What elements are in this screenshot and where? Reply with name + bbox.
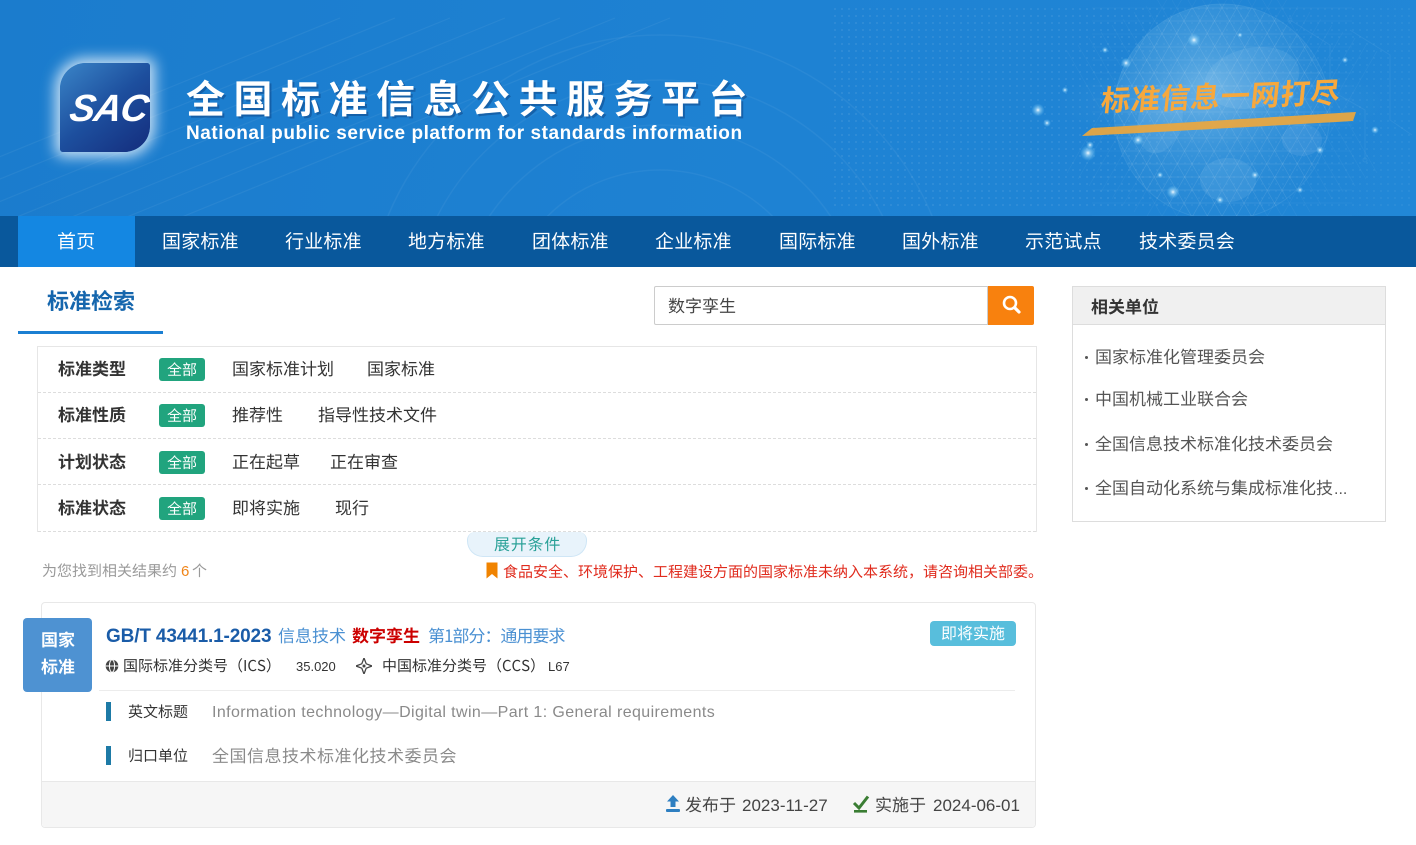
- svg-text:L67: L67: [548, 659, 570, 674]
- svg-text:SAC: SAC: [67, 87, 154, 130]
- svg-text:6: 6: [181, 563, 189, 580]
- svg-text:2023-11-27: 2023-11-27: [742, 796, 828, 815]
- svg-text:National public service platfo: National public service platform for sta…: [186, 123, 743, 144]
- svg-text:...: ...: [1334, 481, 1347, 498]
- svg-text:35.020: 35.020: [296, 659, 336, 674]
- svg-text:GB/T 43441.1-2023: GB/T 43441.1-2023: [106, 626, 271, 647]
- svg-text:2024-06-01: 2024-06-01: [933, 796, 1020, 815]
- svg-text:Information technology—Digital: Information technology—Digital twin—Part…: [212, 704, 715, 721]
